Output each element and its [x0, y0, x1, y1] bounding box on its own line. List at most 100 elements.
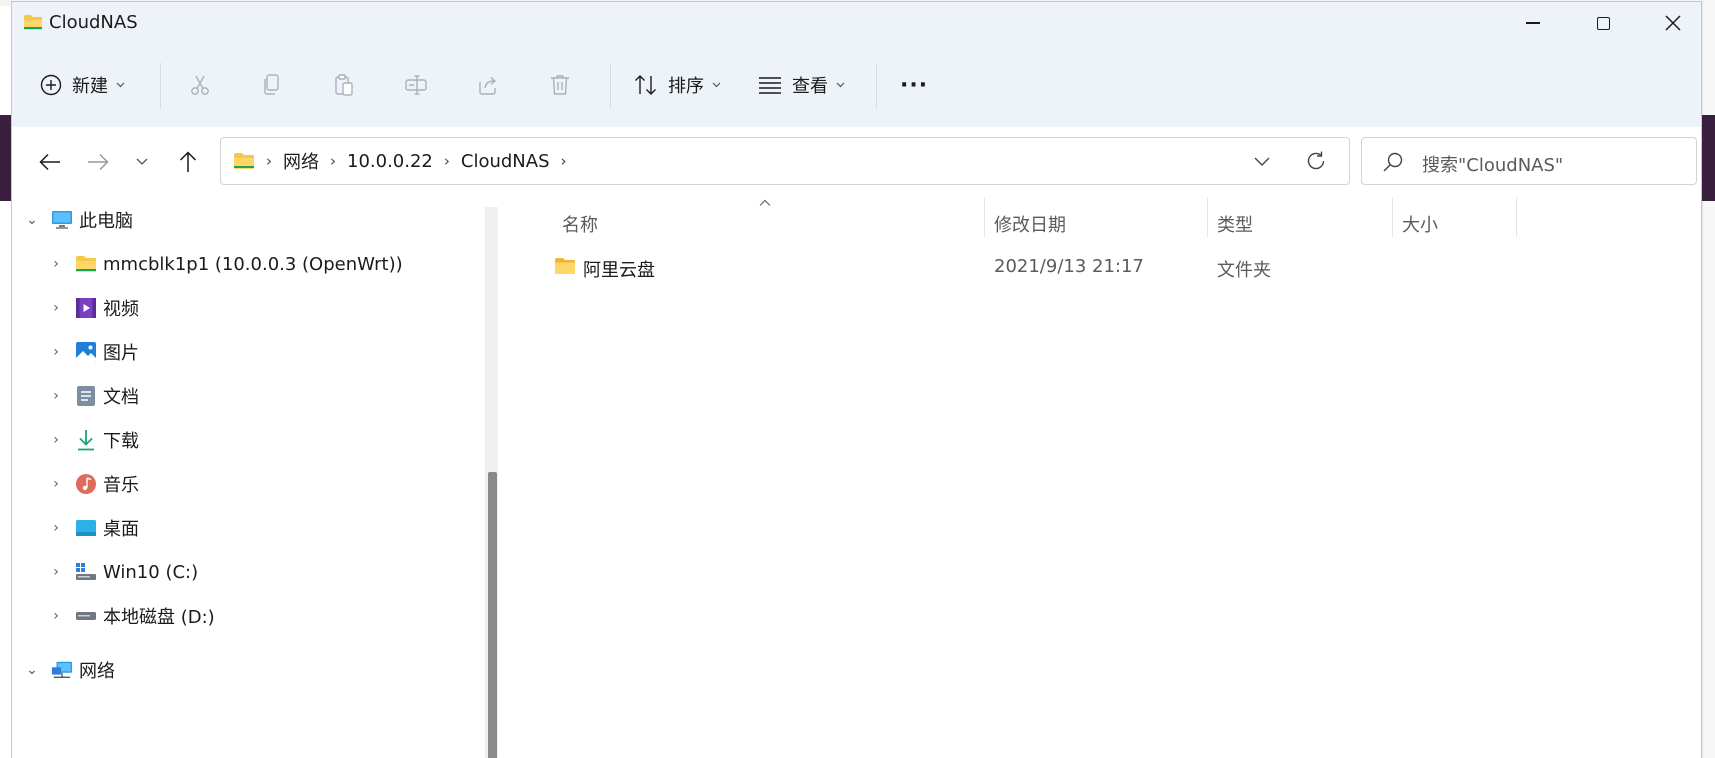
- file-modified: 2021/9/13 21:17: [994, 256, 1144, 277]
- table-row[interactable]: 阿里云盘 2021/9/13 21:17 文件夹: [512, 247, 1612, 287]
- breadcrumb-separator[interactable]: ›: [561, 152, 567, 170]
- chevron-right-icon[interactable]: ›: [46, 344, 66, 360]
- forward-button[interactable]: [78, 142, 118, 182]
- file-type: 文件夹: [1217, 260, 1271, 281]
- file-explorer-window: CloudNAS 新建 排序 查看 ··· › 网络 › 10.0.0.22 ›…: [11, 1, 1702, 758]
- chevron-right-icon[interactable]: ›: [46, 564, 66, 580]
- search-box[interactable]: 搜索"CloudNAS": [1361, 137, 1697, 185]
- sort-icon: [635, 75, 656, 95]
- chrome-area: CloudNAS 新建 排序 查看 ···: [12, 2, 1701, 127]
- video-icon: [75, 297, 97, 319]
- nav-item-desktop[interactable]: › 桌面: [46, 506, 139, 550]
- nav-item-music[interactable]: › 音乐: [46, 462, 139, 506]
- chevron-right-icon[interactable]: ›: [46, 432, 66, 448]
- nav-item-label: 此电脑: [79, 211, 133, 232]
- navigation-pane: ⌄ 此电脑 › mmcblk1p1 (10.0.0.3 (OpenWrt)) ›…: [12, 197, 472, 758]
- copy-icon: [264, 74, 279, 95]
- chevron-down-icon: [116, 82, 125, 88]
- nav-item-documents[interactable]: › 文档: [46, 374, 139, 418]
- chevron-right-icon[interactable]: ›: [46, 300, 66, 316]
- nav-item-label: 下载: [103, 431, 139, 452]
- file-name[interactable]: 阿里云盘: [583, 256, 655, 282]
- nav-item-label: 视频: [103, 299, 139, 320]
- nav-item-label: 文档: [103, 387, 139, 408]
- nav-item-label: 本地磁盘 (D:): [103, 607, 215, 628]
- column-header-name[interactable]: 名称: [562, 205, 598, 243]
- view-list-icon: [759, 77, 781, 94]
- chevron-down-icon: [712, 82, 721, 88]
- more-options-button[interactable]: ···: [900, 65, 928, 105]
- chevron-down-icon: [836, 82, 845, 88]
- system-drive-icon: [75, 561, 97, 583]
- close-button[interactable]: [1638, 2, 1701, 44]
- documents-icon: [75, 385, 97, 407]
- nav-item-mmcblk1p1[interactable]: › mmcblk1p1 (10.0.0.3 (OpenWrt)): [46, 242, 402, 286]
- cut-button[interactable]: [180, 65, 220, 105]
- arrow-right-icon: [88, 153, 109, 171]
- column-divider[interactable]: [1516, 197, 1517, 237]
- column-header-size[interactable]: 大小: [1402, 205, 1438, 243]
- sort-button[interactable]: 排序: [634, 65, 721, 105]
- breadcrumb: › 网络 › 10.0.0.22 › CloudNAS ›: [233, 138, 578, 184]
- share-button[interactable]: [468, 65, 508, 105]
- column-divider[interactable]: [1392, 197, 1393, 237]
- column-header-type[interactable]: 类型: [1217, 205, 1253, 243]
- window-title: CloudNAS: [49, 12, 138, 33]
- refresh-button[interactable]: [1305, 150, 1327, 176]
- breadcrumb-separator: ›: [266, 152, 272, 170]
- chevron-right-icon[interactable]: ›: [46, 476, 66, 492]
- sort-button-label: 排序: [668, 76, 704, 97]
- pictures-icon: [75, 341, 97, 363]
- back-button[interactable]: [30, 142, 70, 182]
- paste-icon: [335, 74, 353, 96]
- more-icon: ···: [900, 72, 929, 98]
- refresh-icon: [1307, 151, 1325, 170]
- pc-icon: [51, 209, 73, 231]
- nav-scrollbar-thumb[interactable]: [488, 472, 497, 758]
- delete-button[interactable]: [540, 65, 580, 105]
- chevron-right-icon[interactable]: ›: [46, 388, 66, 404]
- address-history-button[interactable]: [1253, 152, 1271, 174]
- breadcrumb-share[interactable]: CloudNAS: [461, 151, 550, 172]
- paste-button[interactable]: [324, 65, 364, 105]
- recent-locations-button[interactable]: [122, 142, 162, 182]
- minimize-button[interactable]: [1498, 2, 1568, 44]
- folder-icon: [234, 153, 254, 169]
- rename-button[interactable]: [396, 65, 436, 105]
- column-divider[interactable]: [984, 197, 985, 237]
- close-icon: [1665, 15, 1681, 31]
- nav-item-this-pc[interactable]: ⌄ 此电脑: [22, 198, 133, 242]
- nav-item-network[interactable]: ⌄ 网络: [22, 648, 115, 692]
- search-input[interactable]: 搜索"CloudNAS": [1422, 151, 1563, 177]
- chevron-right-icon[interactable]: ›: [46, 608, 66, 624]
- chevron-down-icon: [136, 158, 148, 165]
- view-button-label: 查看: [792, 76, 828, 97]
- nav-item-label: 图片: [103, 343, 139, 364]
- chevron-right-icon[interactable]: ›: [46, 256, 66, 272]
- maximize-button[interactable]: [1568, 2, 1638, 44]
- share-icon: [479, 76, 497, 95]
- nav-item-drive-d[interactable]: › 本地磁盘 (D:): [46, 594, 215, 638]
- breadcrumb-network[interactable]: 网络: [283, 148, 319, 174]
- address-bar[interactable]: › 网络 › 10.0.0.22 › CloudNAS ›: [220, 137, 1350, 185]
- command-bar: 新建 排序 查看 ···: [12, 44, 1701, 126]
- up-button[interactable]: [168, 142, 208, 182]
- nav-item-pictures[interactable]: › 图片: [46, 330, 139, 374]
- background-window-right: [1702, 0, 1715, 758]
- nav-item-drive-c[interactable]: › Win10 (C:): [46, 550, 198, 594]
- new-button[interactable]: 新建: [40, 65, 125, 105]
- column-divider[interactable]: [1207, 197, 1208, 237]
- chevron-down-icon[interactable]: ⌄: [22, 212, 42, 228]
- folder-icon: [555, 258, 575, 274]
- network-icon: [51, 659, 73, 681]
- title-bar[interactable]: CloudNAS: [12, 2, 1701, 44]
- chevron-right-icon[interactable]: ›: [46, 520, 66, 536]
- view-button[interactable]: 查看: [758, 65, 845, 105]
- nav-item-videos[interactable]: › 视频: [46, 286, 139, 330]
- chevron-down-icon[interactable]: ⌄: [22, 662, 42, 678]
- search-icon: [1383, 152, 1403, 172]
- column-header-modified[interactable]: 修改日期: [994, 205, 1066, 243]
- breadcrumb-host[interactable]: 10.0.0.22: [347, 151, 433, 172]
- copy-button[interactable]: [252, 65, 292, 105]
- nav-item-downloads[interactable]: › 下载: [46, 418, 139, 462]
